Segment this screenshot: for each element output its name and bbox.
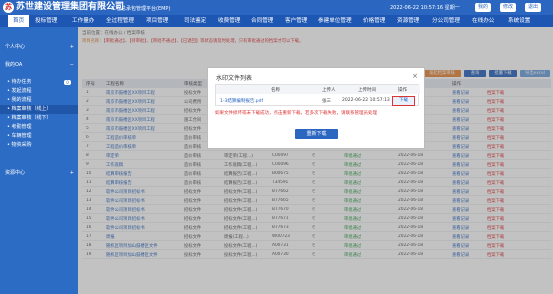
sidebar-label: • 档案审核（线下）: [7, 115, 52, 121]
password-button[interactable]: 修改: [500, 3, 517, 12]
modal-col-action: 操作: [398, 88, 407, 93]
expand-icon[interactable]: +: [70, 169, 74, 178]
logout-button[interactable]: 退出: [525, 3, 542, 12]
sidebar-archive-online[interactable]: • 档案审核（线上）: [0, 105, 78, 114]
nav-full-process[interactable]: 全过程管理: [106, 15, 134, 27]
nav-workload[interactable]: 工作量办: [72, 15, 94, 27]
top-header: 苏 苏世建设管理集团有限公司 工程总承包管理平台(EMP) 2022-06-22…: [0, 0, 553, 15]
modal-file-table: 名称 上传人 上传时间 操作 1-3结算编制报告.pdf 张三 2022-06-…: [215, 84, 420, 106]
sidebar-label: • 考勤管理: [7, 124, 32, 130]
close-icon[interactable]: ×: [412, 72, 418, 80]
platform-name: 工程总承包管理平台(EMP): [111, 6, 171, 12]
profile-button[interactable]: 我的: [475, 3, 492, 12]
watermark-file-modal: 水印文件列表 × 名称 上传人 上传时间 操作 1-3结算编制报告.pdf 张三…: [207, 67, 425, 149]
company-name: 苏世建设管理集团有限公司: [16, 2, 125, 12]
nav-judicial[interactable]: 司法鉴定: [184, 15, 206, 27]
nav-fee[interactable]: 收费管理: [218, 15, 240, 27]
sidebar-label: • 档案审核（线上）: [7, 106, 52, 112]
download-button[interactable]: 下载: [392, 96, 415, 106]
sidebar-my-flow[interactable]: • 我的流程: [0, 96, 78, 105]
nav-project[interactable]: 项目管理: [146, 15, 168, 27]
sidebar-label: • 车辆管理: [7, 133, 32, 139]
sidebar-my-oa[interactable]: 我的OA −: [0, 61, 78, 70]
sidebar-label: • 我的流程: [7, 97, 32, 103]
sidebar-todo[interactable]: • 待办任务 0: [0, 78, 78, 87]
datetime-display: 2022-06-22 10:57:16 星期一: [390, 5, 460, 11]
sidebar-label: • 发起流程: [7, 88, 32, 94]
nav-branch[interactable]: 分公司管理: [432, 15, 460, 27]
modal-file-row: 1-3结算编制报告.pdf 张三 2022-06-22 10:57:13 下载: [216, 95, 420, 106]
modal-file-name[interactable]: 1-3结算编制报告.pdf: [220, 98, 263, 104]
nav-price[interactable]: 价格管理: [363, 15, 385, 27]
sidebar-personal[interactable]: 个人中心 +: [0, 43, 78, 52]
modal-title: 水印文件列表: [216, 75, 253, 82]
sidebar-archive-offline[interactable]: • 档案审核（线下）: [0, 114, 78, 123]
modal-table-header: 名称 上传人 上传时间 操作: [216, 85, 420, 94]
modal-tip: 如果文件损坏或未下载成功，点击重新下载，若多次下载失败，请联系管理员处理: [215, 111, 377, 116]
modal-file-time: 2022-06-22 10:57:13: [342, 98, 390, 103]
retry-download-button[interactable]: 重新下载: [295, 129, 338, 139]
collapse-icon[interactable]: −: [70, 61, 74, 70]
sidebar-start-flow[interactable]: • 发起流程: [0, 87, 78, 96]
sidebar-label: 资源中心: [5, 170, 26, 176]
sidebar: 个人中心 + 我的OA − • 待办任务 0 • 发起流程 • 我的流程 • 档案审核…: [0, 27, 78, 294]
modal-col-name: 名称: [271, 88, 280, 93]
nav-participant[interactable]: 参建单位管理: [318, 15, 352, 27]
todo-count-badge: 0: [64, 80, 71, 85]
sidebar-attendance[interactable]: • 考勤管理: [0, 123, 78, 132]
nav-client[interactable]: 客户管理: [285, 15, 307, 27]
sidebar-label: • 待办任务: [7, 79, 32, 85]
main-nav: 首页 投标管理 工作量办 全过程管理 项目管理 司法鉴定 收费管理 合同管理 客…: [0, 15, 553, 27]
company-logo: 苏: [3, 2, 14, 13]
sidebar-label: 个人中心: [5, 44, 26, 50]
nav-settings[interactable]: 系统设置: [508, 15, 530, 27]
nav-office[interactable]: 在线办公: [472, 15, 494, 27]
nav-contract[interactable]: 合同管理: [251, 15, 273, 27]
sidebar-procurement[interactable]: • 物资采购: [0, 141, 78, 150]
sidebar-resource-center[interactable]: 资源中心 +: [0, 169, 78, 178]
modal-col-uploader: 上传人: [322, 88, 336, 93]
nav-bidding[interactable]: 投标管理: [35, 15, 57, 27]
sidebar-label: • 物资采购: [7, 142, 32, 148]
nav-home[interactable]: 首页: [8, 15, 30, 27]
nav-resource[interactable]: 资源管理: [397, 15, 419, 27]
sidebar-label: 我的OA: [5, 62, 23, 68]
sidebar-vehicle[interactable]: • 车辆管理: [0, 132, 78, 141]
modal-col-time: 上传时间: [358, 88, 376, 93]
expand-icon[interactable]: +: [70, 43, 74, 52]
modal-file-uploader: 张三: [322, 99, 331, 104]
